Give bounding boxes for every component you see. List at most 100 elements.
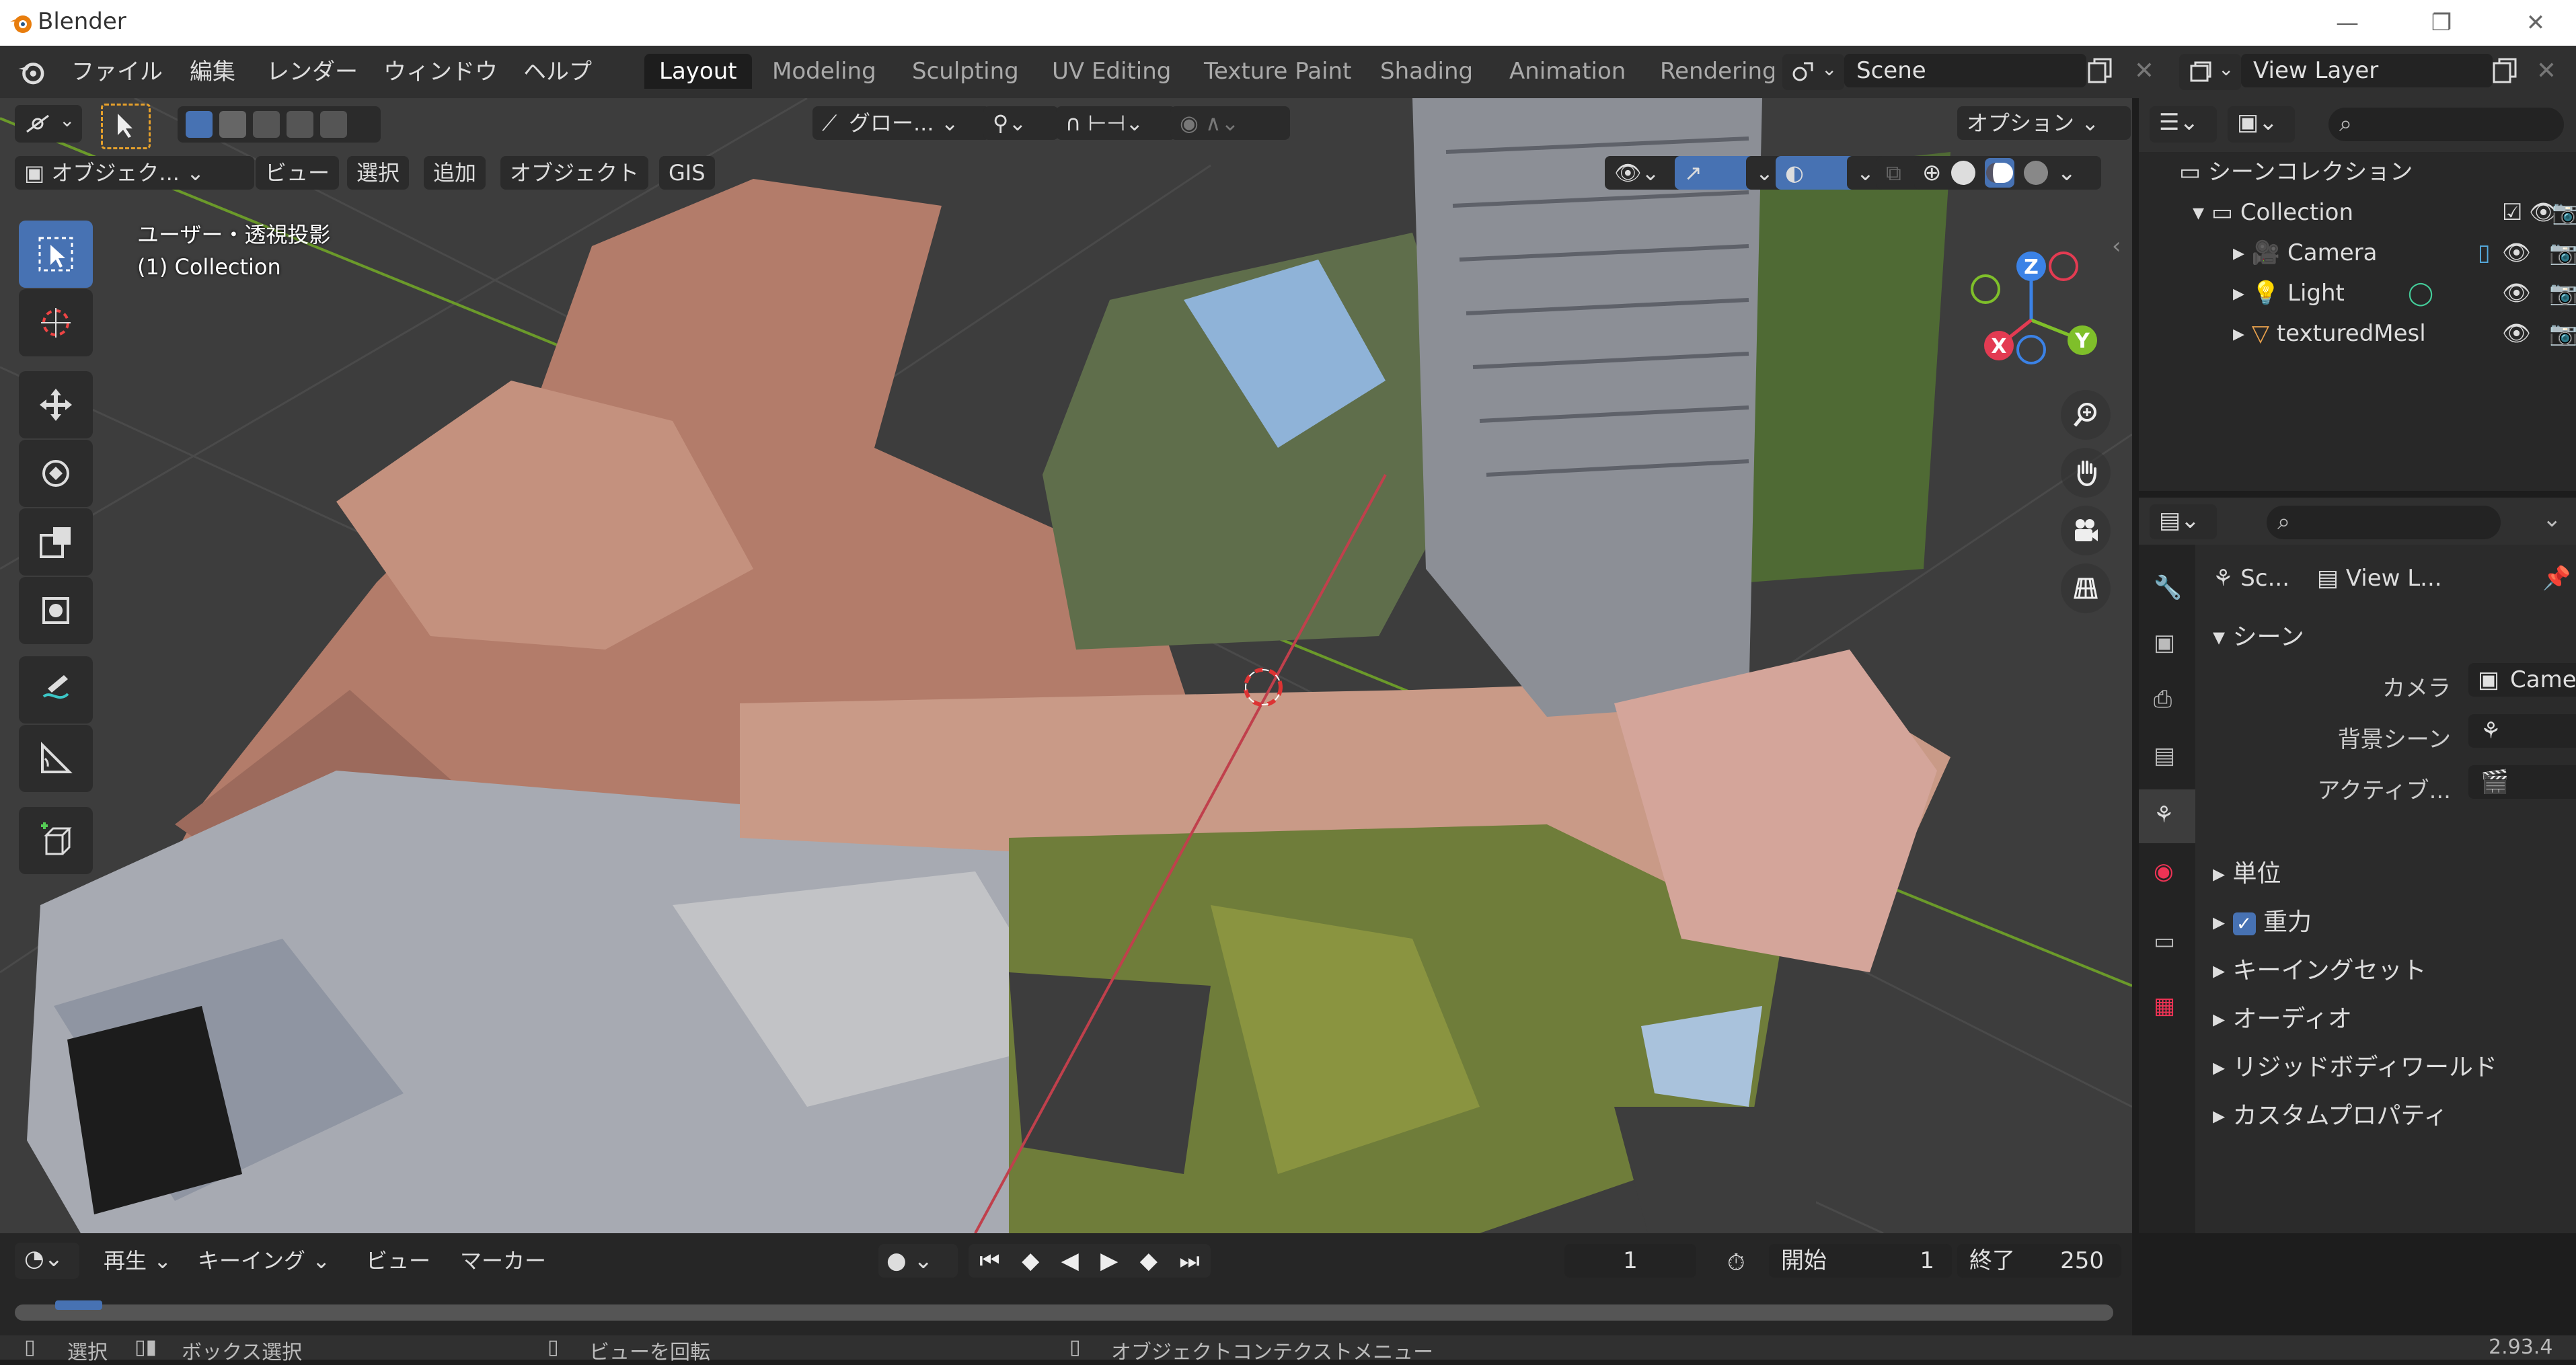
properties-editor-type-button[interactable]: ▤⌄ <box>2150 504 2217 539</box>
output-tab-icon[interactable]: ⎙ <box>2154 686 2172 713</box>
material-preview-shading-icon[interactable] <box>1984 158 2014 188</box>
editor-type-button[interactable]: ⌄ <box>15 105 82 143</box>
eye-icon[interactable]: 👁 <box>2502 273 2531 313</box>
tab-uv-editing[interactable]: UV Editing <box>1037 54 1186 89</box>
menu-add[interactable]: 追加 <box>424 156 486 190</box>
expand-arrow-icon[interactable]: ▸ <box>2233 239 2252 266</box>
active-clip-field[interactable]: 🎬 <box>2468 765 2576 799</box>
menu-object[interactable]: オブジェクト <box>500 156 649 190</box>
select-box-tool[interactable] <box>19 221 93 288</box>
tool-settings-tab-icon[interactable]: 🔧 <box>2154 574 2182 601</box>
tab-rendering[interactable]: Rendering <box>1645 54 1774 89</box>
menu-window[interactable]: ウィンドウ <box>373 55 508 89</box>
expand-arrow-icon[interactable]: ▸ <box>2233 280 2252 307</box>
viewlayer-browse-button[interactable]: ⌄ <box>2179 54 2241 90</box>
stopwatch-icon[interactable]: ⏱ <box>1727 1249 1745 1276</box>
playback-menu[interactable]: 再生 ⌄ <box>94 1244 181 1278</box>
outliner-row-collection[interactable]: ▾ ▭ Collection ☑ 👁 📷 <box>2193 192 2576 233</box>
scale-tool[interactable] <box>19 508 93 576</box>
pin-icon[interactable]: 📌 <box>2542 565 2571 592</box>
menu-view[interactable]: ビュー <box>256 156 340 190</box>
select-new-icon[interactable] <box>186 111 213 138</box>
cursor-tool[interactable] <box>19 289 93 356</box>
select-invert-icon[interactable] <box>287 111 313 138</box>
add-cube-tool[interactable] <box>19 807 93 874</box>
tab-layout[interactable]: Layout <box>644 54 752 89</box>
marker-menu[interactable]: マーカー <box>451 1244 556 1278</box>
proportional-editing-dropdown[interactable]: ◉ ∧⌄ <box>1170 106 1290 140</box>
expand-arrow-icon[interactable]: ▸ <box>2233 320 2252 347</box>
tab-sculpting[interactable]: Sculpting <box>897 54 1034 89</box>
select-intersect-icon[interactable] <box>320 111 347 138</box>
gravity-checkbox[interactable]: ✓ <box>2232 912 2256 935</box>
render-camera-icon[interactable]: 📷 <box>2549 313 2576 354</box>
object-mode-dropdown[interactable]: ▣ オブジェク... ⌄ <box>15 156 254 190</box>
render-camera-icon[interactable]: 📷 <box>2549 233 2576 273</box>
chevron-down-icon[interactable]: ⌄ <box>2542 506 2562 533</box>
menu-select[interactable]: 選択 <box>347 156 410 190</box>
rendered-shading-icon[interactable] <box>2023 161 2048 185</box>
chevron-down-icon[interactable]: ⌄ <box>2057 159 2077 186</box>
outliner-row-textured-mesh[interactable]: ▸ ▽ texturedMesl 👁 📷 <box>2233 313 2576 354</box>
render-camera-icon[interactable]: 📷 <box>2549 273 2576 313</box>
outliner-editor-type-button[interactable]: ☰⌄ <box>2150 106 2217 143</box>
jump-start-icon[interactable]: ⏮ <box>979 1247 1000 1274</box>
restore-icon[interactable]: ❐ <box>2421 7 2462 39</box>
section-audio[interactable]: ▸ オーディオ <box>2213 999 2352 1034</box>
collection-tab-icon[interactable]: ▭ <box>2154 928 2175 955</box>
solid-shading-icon[interactable] <box>1950 161 1975 185</box>
outliner-row-scene-collection[interactable]: ▭ シーンコレクション <box>2179 152 2413 192</box>
viewlayer-name-field[interactable]: View Layer <box>2241 54 2493 87</box>
pan-hand-icon[interactable] <box>2061 448 2111 498</box>
measure-tool[interactable] <box>19 725 93 792</box>
delete-scene-icon[interactable]: ✕ <box>2129 56 2159 86</box>
blender-menu-icon[interactable] <box>16 56 47 87</box>
tab-animation[interactable]: Animation <box>1494 54 1640 89</box>
section-gravity[interactable]: ▸ ✓ 重力 <box>2213 902 2312 937</box>
texture-tab-icon[interactable]: ▦ <box>2154 992 2175 1019</box>
menu-file[interactable]: ファイル <box>61 55 174 89</box>
navigation-gizmo[interactable]: Z Y X <box>1950 239 2112 401</box>
current-frame-field[interactable]: 1 <box>1564 1244 1696 1278</box>
transform-orientation-dropdown[interactable]: ⟋ グロー... ⌄ <box>812 106 990 140</box>
properties-search-input[interactable]: ⌕ <box>2267 506 2501 539</box>
wireframe-shading-icon[interactable]: ⊕ <box>1922 159 1942 186</box>
jump-end-icon[interactable]: ⏭ <box>1179 1247 1200 1274</box>
tab-modeling[interactable]: Modeling <box>757 54 891 89</box>
section-custom-properties[interactable]: ▸ カスタムプロパティ <box>2213 1096 2448 1131</box>
render-tab-icon[interactable]: ▣ <box>2154 629 2175 656</box>
outliner-row-camera[interactable]: ▸ 🎥 Camera ▯ 👁 📷 <box>2233 233 2576 273</box>
keying-menu[interactable]: キーイング ⌄ <box>188 1244 340 1278</box>
options-dropdown[interactable]: オプション ⌄ <box>1957 106 2131 140</box>
collection-checkbox-icon[interactable]: ☑ <box>2502 192 2522 233</box>
section-keying-sets[interactable]: ▸ キーイングセット <box>2213 951 2427 986</box>
auto-keying-toggle[interactable]: ● ⌄ <box>878 1244 958 1278</box>
render-camera-icon[interactable]: 📷 <box>2552 192 2576 233</box>
rotate-tool[interactable] <box>19 440 93 507</box>
scene-name-field[interactable]: Scene <box>1844 54 2086 87</box>
menu-gis[interactable]: GIS <box>659 156 715 190</box>
pivot-point-dropdown[interactable]: ⚲⌄ <box>983 106 1059 140</box>
visibility-dropdown[interactable]: 👁⌄ <box>1605 156 1684 190</box>
timeline-scrubber[interactable] <box>15 1304 2113 1321</box>
select-subtract-icon[interactable] <box>253 111 280 138</box>
scene-tab[interactable]: ⚘ <box>2139 789 2195 843</box>
next-keyframe-icon[interactable]: ◆ <box>1140 1247 1158 1274</box>
timeline-editor-type-button[interactable]: ◔⌄ <box>15 1243 79 1279</box>
prev-keyframe-icon[interactable]: ◆ <box>1022 1247 1039 1274</box>
menu-help[interactable]: ヘルプ <box>513 55 603 89</box>
camera-field[interactable]: ▣Camera ✕ <box>2468 663 2576 697</box>
eye-icon[interactable]: 👁 <box>2502 233 2531 273</box>
display-mode-dropdown[interactable]: ▣⌄ <box>2228 106 2295 143</box>
eye-icon[interactable]: 👁 <box>2502 313 2531 354</box>
scene-browse-button[interactable]: ⌄ <box>1782 54 1844 90</box>
new-scene-icon[interactable] <box>2085 56 2115 86</box>
zoom-icon[interactable] <box>2061 390 2111 440</box>
snap-dropdown[interactable]: ∩ ⊢⊣⌄ <box>1056 106 1176 140</box>
close-window-icon[interactable]: ✕ <box>2515 7 2556 39</box>
collapse-arrow-icon[interactable]: ▾ <box>2193 199 2211 226</box>
section-units[interactable]: ▸ 単位 <box>2213 854 2281 889</box>
outliner-search-input[interactable]: ⌕ <box>2328 108 2564 141</box>
world-tab-icon[interactable]: ◉ <box>2154 858 2174 885</box>
tweak-select-tool-icon[interactable] <box>101 104 151 149</box>
